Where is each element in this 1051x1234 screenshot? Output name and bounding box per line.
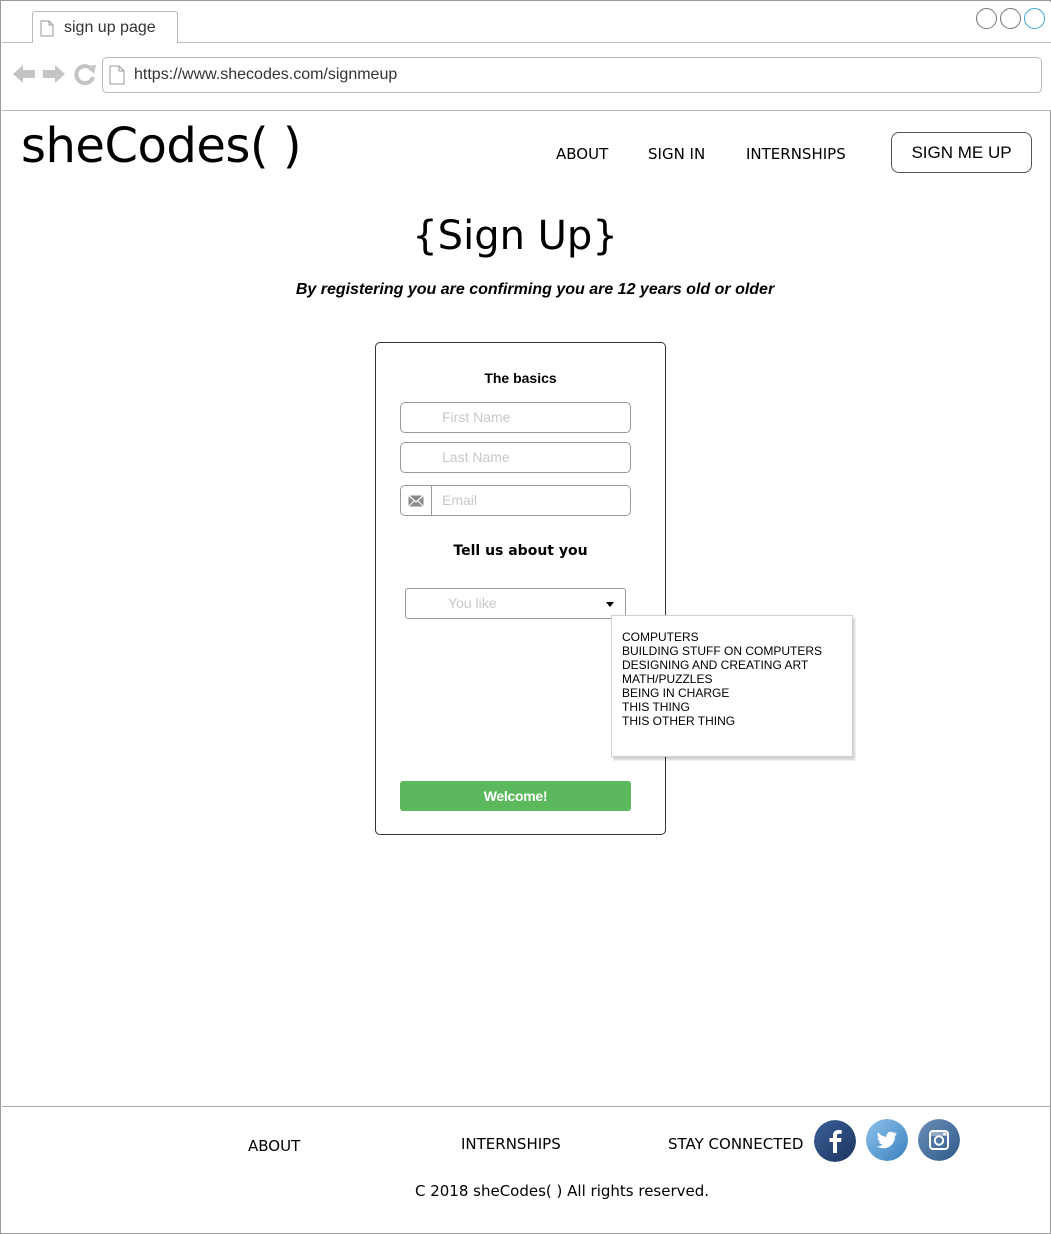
envelope-icon <box>401 486 432 515</box>
interests-placeholder: You like <box>448 595 497 611</box>
nav-about[interactable]: ABOUT <box>556 145 608 163</box>
section-title-about: Tell us about you <box>453 543 588 559</box>
last-name-placeholder: Last Name <box>442 449 510 465</box>
welcome-submit-button[interactable]: Welcome! <box>400 781 631 811</box>
age-notice: By registering you are confirming you ar… <box>295 281 775 298</box>
first-name-input[interactable]: First Name <box>400 402 631 433</box>
footer-internships[interactable]: INTERNSHIPS <box>461 1135 561 1153</box>
sign-me-up-button[interactable]: SIGN ME UP <box>891 132 1032 173</box>
chevron-down-icon <box>606 602 614 607</box>
page-title: {Sign Up} <box>412 213 618 259</box>
interests-dropdown: COMPUTERS BUILDING STUFF ON COMPUTERS DE… <box>611 615 853 757</box>
window-button-3[interactable] <box>1024 8 1045 29</box>
email-placeholder: Email <box>442 492 478 508</box>
last-name-input[interactable]: Last Name <box>400 442 631 473</box>
address-bar: https://www.shecodes.com/signmeup <box>2 43 1051 111</box>
facebook-icon[interactable] <box>814 1120 856 1162</box>
page-icon <box>40 20 54 42</box>
email-input[interactable]: Email <box>400 485 631 516</box>
footer-about[interactable]: ABOUT <box>248 1137 300 1155</box>
reload-icon[interactable] <box>73 63 97 90</box>
nav-internships[interactable]: INTERNSHIPS <box>746 145 846 163</box>
signup-form-card: The basics First Name Last Name Email Te… <box>375 342 666 835</box>
option-this-other-thing[interactable]: THIS OTHER THING <box>622 714 852 728</box>
instagram-icon[interactable] <box>918 1119 960 1161</box>
browser-window: sign up page https://www.shecodes.com/si… <box>0 0 1051 1234</box>
nav-sign-in[interactable]: SIGN IN <box>648 145 705 163</box>
option-this-thing[interactable]: THIS THING <box>622 700 852 714</box>
twitter-icon[interactable] <box>866 1119 908 1161</box>
option-computers[interactable]: COMPUTERS <box>622 630 852 644</box>
url-field[interactable]: https://www.shecodes.com/signmeup <box>102 57 1042 93</box>
interests-select[interactable]: You like <box>405 588 626 619</box>
footer-divider <box>2 1106 1051 1107</box>
window-button-2[interactable] <box>1000 8 1021 29</box>
page-icon <box>109 65 125 90</box>
window-button-1[interactable] <box>976 8 997 29</box>
stay-connected-label: STAY CONNECTED <box>668 1135 804 1153</box>
option-designing-art[interactable]: DESIGNING AND CREATING ART <box>622 658 852 672</box>
copyright-text: C 2018 sheCodes( ) All rights reserved. <box>414 1182 710 1200</box>
section-title-basics: The basics <box>484 370 557 386</box>
option-being-in-charge[interactable]: BEING IN CHARGE <box>622 686 852 700</box>
forward-arrow-icon[interactable] <box>42 63 66 90</box>
first-name-placeholder: First Name <box>442 409 511 425</box>
browser-tab[interactable]: sign up page <box>32 11 178 44</box>
url-text: https://www.shecodes.com/signmeup <box>134 66 398 83</box>
option-building-stuff[interactable]: BUILDING STUFF ON COMPUTERS <box>622 644 852 658</box>
option-math-puzzles[interactable]: MATH/PUZZLES <box>622 672 852 686</box>
site-logo[interactable]: sheCodes( ) <box>21 118 302 174</box>
tab-title: sign up page <box>64 19 156 36</box>
tab-bar: sign up page <box>2 2 1051 44</box>
back-arrow-icon[interactable] <box>12 63 36 90</box>
